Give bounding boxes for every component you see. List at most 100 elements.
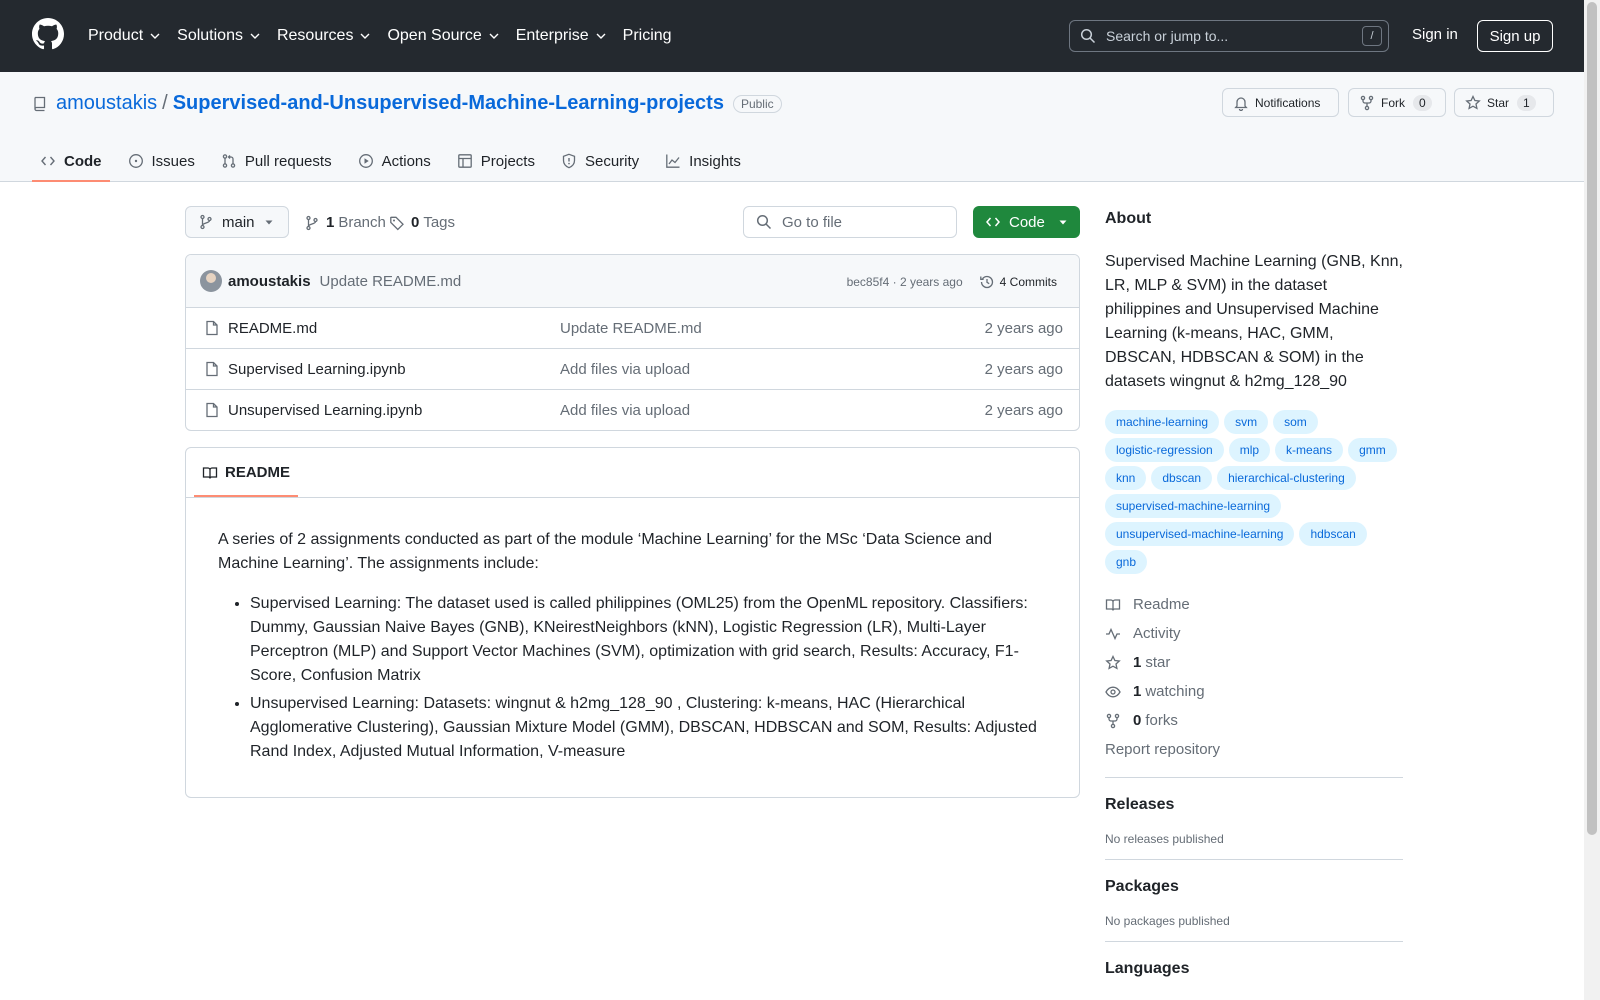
search-placeholder: Search or jump to... (1106, 28, 1229, 44)
releases-heading[interactable]: Releases (1105, 796, 1403, 818)
avatar[interactable] (200, 270, 222, 292)
nav-resources[interactable]: Resources (277, 27, 371, 45)
repo-owner-link[interactable]: amoustakis (56, 92, 157, 115)
topic-tag[interactable]: gnb (1105, 550, 1148, 574)
stars-link[interactable]: 1 star (1105, 648, 1403, 677)
github-logo-icon[interactable] (32, 18, 64, 50)
report-repository-link[interactable]: Report repository (1105, 735, 1403, 764)
tab-pull-requests[interactable]: Pull requests (213, 140, 340, 182)
forks-link[interactable]: 0 forks (1105, 706, 1403, 735)
branch-name: main (222, 213, 255, 231)
stars-count: 1 (1133, 654, 1142, 671)
sign-in-link[interactable]: Sign in (1412, 26, 1458, 43)
tab-code[interactable]: Code (32, 140, 110, 182)
readme-intro: A series of 2 assignments conducted as p… (218, 531, 993, 572)
topic-tag[interactable]: mlp (1228, 438, 1271, 462)
chevron-down-icon (489, 33, 499, 39)
tab-security[interactable]: Security (553, 140, 647, 182)
file-commit-link[interactable]: Update README.md (560, 320, 702, 337)
topic-tag[interactable]: logistic-regression (1105, 438, 1224, 462)
visibility-badge: Public (732, 94, 782, 113)
caret-down-icon (265, 220, 273, 225)
activity-link[interactable]: Activity (1105, 619, 1403, 648)
readme-tab[interactable]: README (194, 448, 299, 497)
nav-solutions[interactable]: Solutions (177, 27, 261, 45)
about-heading: About (1105, 210, 1152, 227)
nav-product[interactable]: Product (88, 27, 161, 45)
search-input[interactable]: Search or jump to... / (1069, 20, 1389, 52)
topic-tag[interactable]: machine-learning (1105, 410, 1220, 434)
file-name-link[interactable]: README.md (228, 320, 317, 337)
branch-icon (200, 214, 212, 230)
star-label: Star (1487, 95, 1510, 110)
topic-tag[interactable]: gmm (1348, 438, 1397, 462)
book-icon (202, 466, 218, 479)
scrollbar-thumb[interactable] (1587, 2, 1597, 835)
tab-issues[interactable]: Issues (120, 140, 203, 182)
star-button[interactable]: Star 1 (1454, 88, 1554, 117)
languages-heading: Languages (1105, 960, 1190, 977)
branches-link[interactable]: 1 Branch (304, 214, 386, 231)
nav-enterprise[interactable]: Enterprise (516, 27, 607, 45)
tag-icon (390, 216, 404, 230)
commit-message-link[interactable]: Update README.md (320, 273, 462, 290)
file-icon (206, 320, 218, 336)
topic-tag[interactable]: hdbscan (1299, 522, 1367, 546)
topic-tag[interactable]: unsupervised-machine-learning (1105, 522, 1295, 546)
repo-name-link[interactable]: Supervised-and-Unsupervised-Machine-Lear… (173, 92, 724, 115)
watching-label: watching (1145, 683, 1205, 700)
commit-time: 2 years ago (899, 274, 963, 289)
topic-tag[interactable]: knn (1105, 466, 1147, 490)
nav-pricing[interactable]: Pricing (623, 27, 672, 45)
file-commit-link[interactable]: Add files via upload (560, 402, 690, 419)
tab-actions[interactable]: Actions (350, 140, 439, 182)
topic-tag[interactable]: som (1273, 410, 1318, 434)
about-links: Readme Activity 1 star 1 watching 0 fork… (1105, 590, 1403, 764)
topic-tag[interactable]: dbscan (1151, 466, 1213, 490)
readme-panel: README A series of 2 assignments conduct… (185, 447, 1080, 798)
tags-link[interactable]: 0 Tags (389, 214, 455, 231)
tab-label: Projects (480, 152, 535, 170)
readme-link[interactable]: Readme (1105, 590, 1403, 619)
commit-hash-link[interactable]: bec85f4 (847, 275, 890, 289)
branch-label: Branch (338, 214, 386, 231)
stars-label: star (1145, 654, 1171, 671)
commits-history-link[interactable]: 4 Commits (979, 274, 1057, 290)
divider (186, 497, 1079, 498)
file-list: amoustakis Update README.md bec85f4 · 2 … (185, 254, 1080, 431)
tab-label: Actions (381, 152, 431, 170)
repo-separator: / (162, 92, 168, 114)
notifications-button[interactable]: Notifications (1222, 88, 1339, 117)
sign-up-button[interactable]: Sign up (1477, 20, 1553, 52)
fork-button[interactable]: Fork 0 (1348, 88, 1446, 117)
file-commit-link[interactable]: Add files via upload (560, 361, 690, 378)
go-to-file-input[interactable]: Go to file (743, 206, 957, 238)
divider (1105, 777, 1403, 778)
commit-author-link[interactable]: amoustakis (228, 273, 311, 290)
tab-projects[interactable]: Projects (449, 140, 543, 182)
topic-tag[interactable]: hierarchical-clustering (1217, 466, 1356, 490)
branch-selector[interactable]: main (185, 206, 289, 238)
tab-insights[interactable]: Insights (657, 140, 749, 182)
watchers-link[interactable]: 1 watching (1105, 677, 1403, 706)
search-icon (1080, 28, 1096, 44)
topic-tag[interactable]: supervised-machine-learning (1105, 494, 1282, 518)
file-name-link[interactable]: Supervised Learning.ipynb (228, 361, 406, 378)
code-dropdown-button[interactable]: Code (973, 206, 1080, 238)
packages-heading[interactable]: Packages (1105, 878, 1403, 900)
file-icon (206, 361, 218, 377)
topic-tag[interactable]: k-means (1275, 438, 1344, 462)
nav-label: Pricing (622, 27, 672, 44)
file-name-link[interactable]: Unsupervised Learning.ipynb (228, 402, 422, 419)
latest-commit-row: amoustakis Update README.md bec85f4 · 2 … (186, 255, 1079, 308)
readme-list: Supervised Learning: The dataset used is… (218, 592, 1048, 764)
page-scrollbar[interactable] (1584, 0, 1600, 1000)
nav-label: Solutions (177, 27, 243, 44)
star-icon (1105, 654, 1121, 670)
topic-tag[interactable]: svm (1224, 410, 1269, 434)
chevron-down-icon (250, 33, 260, 39)
nav-open-source[interactable]: Open Source (387, 27, 499, 45)
book-icon (1105, 598, 1121, 611)
forks-label: forks (1145, 712, 1178, 729)
bell-icon (1234, 96, 1248, 111)
